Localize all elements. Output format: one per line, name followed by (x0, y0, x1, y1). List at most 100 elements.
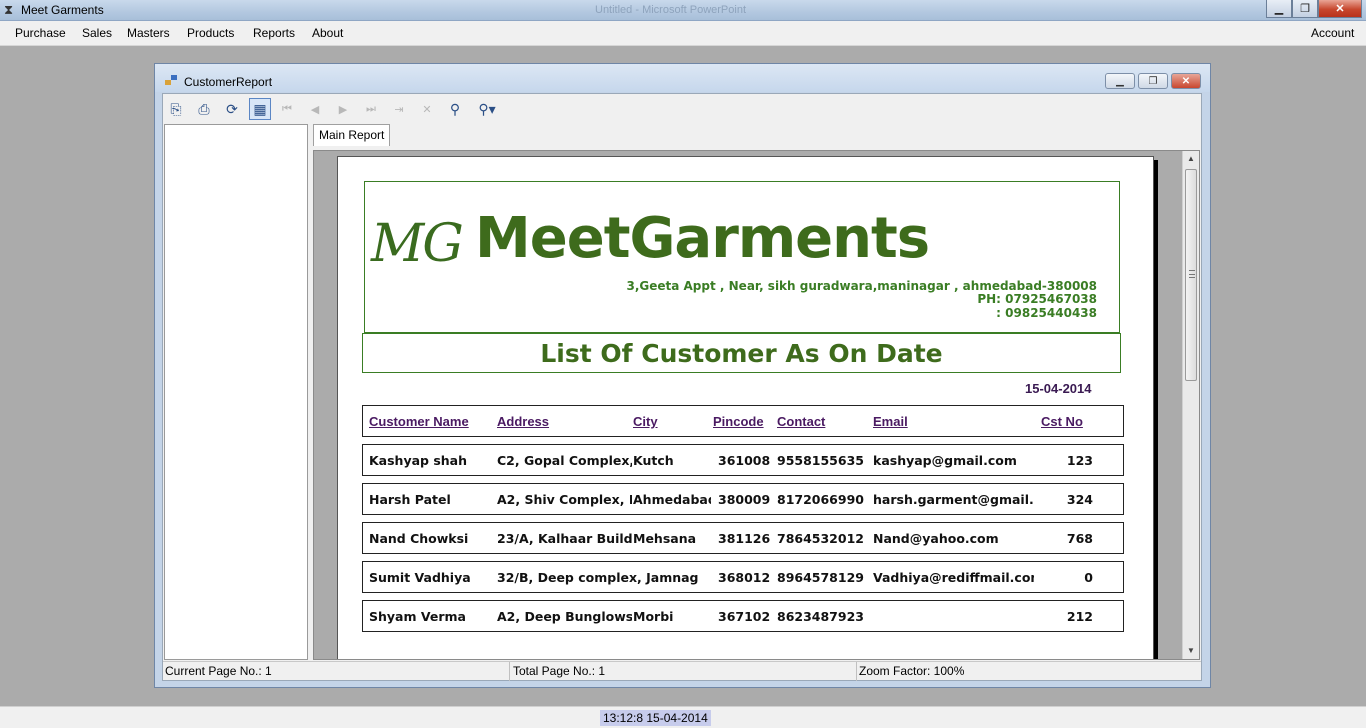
menu-purchase[interactable]: Purchase (15, 26, 66, 40)
col-city: City (633, 414, 658, 429)
child-window-controls: ▁ ❐ ✕ (1105, 73, 1201, 89)
col-cst-no: Cst No (1041, 414, 1083, 429)
col-address: Address (497, 414, 550, 429)
export-button[interactable]: ⎘ (165, 98, 187, 120)
cell-pincode: 361008 (718, 453, 771, 468)
cell-name: Sumit Vadhiya (369, 570, 471, 585)
report-date: 15-04-2014 (1025, 381, 1092, 396)
child-close-button[interactable]: ✕ (1171, 73, 1201, 89)
scroll-thumb[interactable] (1185, 169, 1197, 381)
cell-contact: 8623487923 (777, 609, 864, 624)
cell-name: Harsh Patel (369, 492, 451, 507)
menu-products[interactable]: Products (187, 26, 234, 40)
tab-main-report[interactable]: Main Report (313, 124, 391, 146)
viewer-toolbar: ⎘ ⎙ ⟳ ▦ ⏮ ◀ ▶ ⏭ ⇥ ✕ ⚲ ⚲▾ (163, 94, 1201, 124)
report-page: MG MeetGarments 3,Geeta Appt , Near, sik… (337, 156, 1154, 659)
cell-cst-no: 123 (1066, 453, 1093, 468)
cell-contact: 7864532012 (777, 531, 864, 546)
grip-icon (1189, 270, 1195, 278)
first-page-button[interactable]: ⏮ (276, 98, 298, 120)
cell-email: kashyap@gmail.com (873, 453, 1017, 468)
goto-page-button[interactable]: ⇥ (388, 98, 410, 120)
close-button[interactable]: ✕ (1318, 0, 1362, 18)
cell-address: A2, Deep Bunglows, N (497, 609, 632, 624)
viewer-status-bar: Current Page No.: 1 Total Page No.: 1 Zo… (163, 661, 1201, 681)
child-window-title: CustomerReport (184, 75, 273, 89)
company-name: MeetGarments (475, 206, 930, 271)
cell-address: A2, Shiv Complex, Ma (497, 492, 632, 507)
find-button[interactable]: ⚲ (444, 98, 466, 120)
toggle-group-tree-button[interactable]: ▦ (249, 98, 271, 120)
menu-masters[interactable]: Masters (127, 26, 170, 40)
cell-cst-no: 0 (1084, 570, 1093, 585)
child-restore-button[interactable]: ❐ (1138, 73, 1168, 89)
cell-name: Nand Chowksi (369, 531, 469, 546)
print-icon: ⎙ (198, 100, 210, 117)
restore-button[interactable]: ❐ (1292, 0, 1318, 18)
goto-page-icon: ⇥ (394, 103, 404, 116)
cell-address: 32/B, Deep complex, Jamnagar (497, 570, 698, 585)
report-title: List Of Customer As On Date (540, 339, 943, 368)
menu-account[interactable]: Account (1311, 26, 1354, 40)
window-app-icon (165, 75, 178, 85)
report-viewport[interactable]: MG MeetGarments 3,Geeta Appt , Near, sik… (313, 150, 1200, 660)
zoom-factor-status: Zoom Factor: 100% (859, 664, 965, 678)
column-header-row: Customer Name Address City Pincode Conta… (362, 405, 1124, 437)
cell-email: harsh.garment@gmail.com (873, 492, 1034, 507)
cell-cst-no: 212 (1066, 609, 1093, 624)
cell-address: 23/A, Kalhaar Building (497, 531, 632, 546)
child-minimize-button[interactable]: ▁ (1105, 73, 1135, 89)
cell-contact: 8964578129 (777, 570, 864, 585)
table-row: Shyam Verma A2, Deep Bunglows, N Morbi 3… (362, 600, 1124, 632)
minimize-icon: ▁ (1274, 3, 1284, 15)
next-page-icon: ▶ (338, 103, 348, 116)
scroll-up-arrow-icon[interactable]: ▲ (1183, 151, 1199, 167)
restore-icon: ❐ (1300, 3, 1310, 15)
cell-city: Morbi (633, 609, 674, 624)
menu-sales[interactable]: Sales (82, 26, 112, 40)
zoom-dropdown-button[interactable]: ⚲▾ (472, 98, 502, 120)
close-icon: ✕ (1335, 3, 1345, 15)
cell-contact: 8172066990 (777, 492, 864, 507)
company-phone: PH: 07925467038 (977, 292, 1097, 306)
report-header-box: MG MeetGarments 3,Geeta Appt , Near, sik… (364, 181, 1120, 333)
main-status-strip: 13:12:8 15-04-2014 (0, 706, 1366, 728)
menu-about[interactable]: About (312, 26, 343, 40)
report-title-box: List Of Customer As On Date (362, 333, 1121, 373)
next-page-button[interactable]: ▶ (332, 98, 354, 120)
group-tree-panel[interactable] (164, 124, 308, 660)
print-button[interactable]: ⎙ (193, 98, 215, 120)
table-row: Sumit Vadhiya 32/B, Deep complex, Jamnag… (362, 561, 1124, 593)
clock-display: 13:12:8 15-04-2014 (600, 710, 711, 726)
close-icon: ✕ (1181, 75, 1191, 87)
stop-button[interactable]: ✕ (416, 98, 438, 120)
cell-address: C2, Gopal Complex, Nr (497, 453, 632, 468)
cell-cst-no: 768 (1066, 531, 1093, 546)
zoom-icon: ⚲▾ (478, 100, 496, 117)
col-contact: Contact (777, 414, 826, 429)
cell-pincode: 367102 (718, 609, 771, 624)
minimize-button[interactable]: ▁ (1266, 0, 1292, 18)
cell-cst-no: 324 (1066, 492, 1093, 507)
group-tree-icon: ▦ (253, 100, 267, 117)
report-viewer: ⎘ ⎙ ⟳ ▦ ⏮ ◀ ▶ ⏭ ⇥ ✕ ⚲ ⚲▾ Main Report MG … (162, 93, 1202, 681)
hourglass-icon: ⧗ (4, 2, 14, 17)
total-page-status: Total Page No.: 1 (511, 662, 857, 681)
last-page-button[interactable]: ⏭ (360, 98, 382, 120)
refresh-button[interactable]: ⟳ (221, 98, 243, 120)
col-customer-name: Customer Name (369, 414, 469, 429)
table-row: Harsh Patel A2, Shiv Complex, Ma Ahmedab… (362, 483, 1124, 515)
vertical-scrollbar[interactable]: ▲ ▼ (1182, 151, 1199, 659)
company-mobile: : 09825440438 (996, 306, 1097, 320)
cell-email: Nand@yahoo.com (873, 531, 999, 546)
cell-name: Shyam Verma (369, 609, 466, 624)
window-controls: ▁ ❐ ✕ (1266, 0, 1362, 18)
menu-reports[interactable]: Reports (253, 26, 295, 40)
previous-page-button[interactable]: ◀ (304, 98, 326, 120)
child-title-bar: CustomerReport ▁ ❐ ✕ (155, 64, 1210, 92)
previous-page-icon: ◀ (310, 103, 320, 116)
stop-icon: ✕ (422, 103, 432, 116)
col-pincode: Pincode (713, 414, 764, 429)
cell-pincode: 381126 (718, 531, 771, 546)
scroll-down-arrow-icon[interactable]: ▼ (1183, 643, 1199, 659)
